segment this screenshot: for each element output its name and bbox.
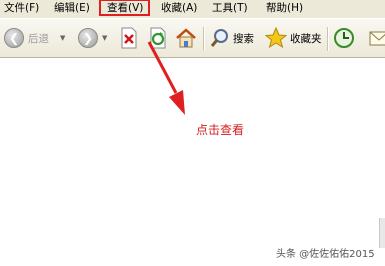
watermark: 头条 @佐佐佑佑2015: [276, 249, 375, 260]
annotation-arrow: [147, 41, 185, 115]
annotation-text: 点击查看: [196, 123, 245, 137]
scrollbar-stub[interactable]: [379, 218, 385, 248]
